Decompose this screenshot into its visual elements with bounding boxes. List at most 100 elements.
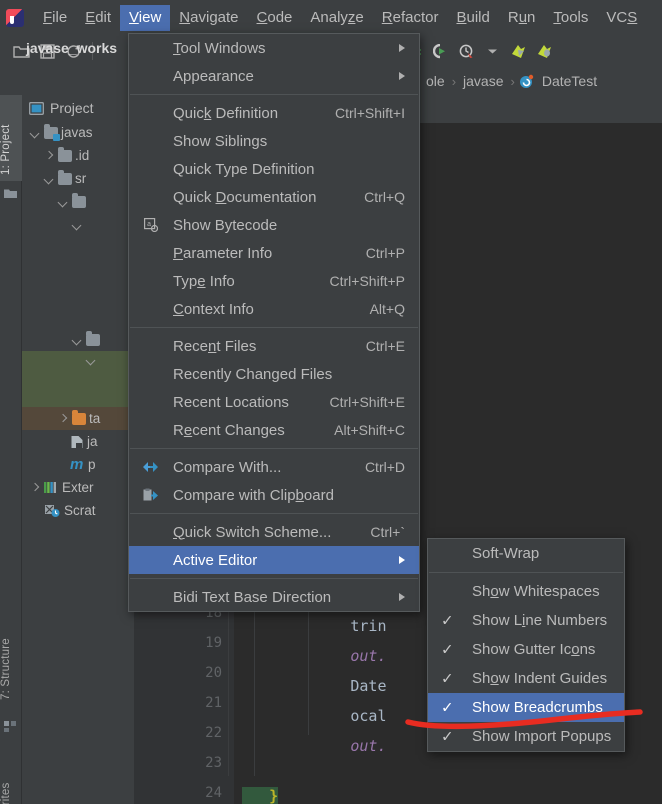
- menu-item-show-line-numbers[interactable]: ✓ Show Line Numbers: [428, 606, 624, 635]
- menu-item-shortcut: Alt+Shift+C: [334, 422, 405, 438]
- tree-item-nested-2[interactable]: [22, 213, 134, 236]
- menu-item-quick-switch-scheme[interactable]: Quick Switch Scheme... Ctrl+`: [129, 518, 419, 546]
- menu-item-show-siblings[interactable]: Show Siblings: [129, 127, 419, 155]
- menu-separator: [429, 572, 623, 573]
- menu-item-compare-with-clipboard[interactable]: Compare with Clipboard: [129, 481, 419, 509]
- tree-item-selected-package[interactable]: [22, 351, 134, 407]
- project-tree: javas .id sr ta ja m p Exter Scrat: [22, 121, 134, 522]
- menu-item-label: Show Breadcrumbs: [472, 699, 603, 716]
- menu-item-label: Show Line Numbers: [472, 612, 608, 629]
- menubar-item-tools[interactable]: Tools: [544, 5, 597, 31]
- attach-icon[interactable]: [505, 39, 531, 63]
- tree-item-javase[interactable]: javas: [22, 121, 134, 144]
- menubar-item-refactor[interactable]: Refactor: [373, 5, 448, 31]
- libraries-icon: [44, 481, 59, 494]
- sidebar-item-project[interactable]: 1: Project: [0, 95, 22, 181]
- menubar-item-file[interactable]: File: [34, 5, 76, 31]
- menu-item-show-bytecode[interactable]: a Show Bytecode: [129, 211, 419, 239]
- checkmark-icon: ✓: [441, 670, 454, 687]
- sidebar-item-structure[interactable]: 7: Structure: [0, 620, 22, 718]
- breadcrumb-item-0[interactable]: ole: [423, 73, 448, 89]
- tree-item-pom[interactable]: m p: [22, 453, 134, 476]
- menu-item-show-indent-guides[interactable]: ✓ Show Indent Guides: [428, 664, 624, 693]
- tree-item-label: ta: [89, 411, 101, 426]
- submenu-arrow-icon: [399, 44, 405, 52]
- menubar-item-analyze[interactable]: Analyze: [301, 5, 372, 31]
- tree-item-nested-1[interactable]: [22, 190, 134, 213]
- profiler-icon[interactable]: [453, 39, 479, 63]
- checkmark-icon: ✓: [441, 699, 454, 716]
- breadcrumb-item-2[interactable]: DateTest: [539, 73, 600, 89]
- menu-item-quick-definition[interactable]: Quick Definition Ctrl+Shift+I: [129, 99, 419, 127]
- menu-item-quick-type-definition[interactable]: Quick Type Definition: [129, 155, 419, 183]
- line-number: 22: [205, 725, 222, 741]
- tree-item-src[interactable]: sr: [22, 167, 134, 190]
- menubar-item-code[interactable]: Code: [248, 5, 302, 31]
- menubar-item-navigate[interactable]: Navigate: [170, 5, 247, 31]
- chevron-down-icon[interactable]: [56, 195, 69, 208]
- sidebar-item-favorites[interactable]: 2: Favorites: [0, 750, 22, 804]
- menu-separator: [130, 578, 418, 579]
- menu-item-recent-files[interactable]: Recent Files Ctrl+E: [129, 332, 419, 360]
- menu-item-appearance[interactable]: Appearance: [129, 62, 419, 90]
- menu-item-bidi-text-base-direction[interactable]: Bidi Text Base Direction: [129, 583, 419, 611]
- menu-item-show-import-popups[interactable]: ✓ Show Import Popups: [428, 722, 624, 751]
- module-folder-icon: [44, 123, 60, 141]
- menu-item-label: Quick Type Definition: [173, 160, 315, 178]
- run-with-coverage-icon[interactable]: [427, 39, 453, 63]
- chevron-right-icon[interactable]: [56, 412, 69, 425]
- menu-item-label: Show Gutter Icons: [472, 641, 596, 658]
- tree-item-target[interactable]: ta: [22, 407, 134, 430]
- compare-icon: [143, 459, 159, 475]
- tree-item-idea[interactable]: .id: [22, 144, 134, 167]
- jar-icon: [70, 435, 84, 449]
- project-window-title: Project: [50, 100, 94, 116]
- menu-item-show-breadcrumbs[interactable]: ✓ Show Breadcrumbs: [428, 693, 624, 722]
- line-number: 21: [205, 695, 222, 711]
- folder-icon: [58, 146, 72, 162]
- attach-debug-icon[interactable]: [531, 39, 557, 63]
- menubar-item-build[interactable]: Build: [447, 5, 498, 31]
- menu-item-recent-locations[interactable]: Recent Locations Ctrl+Shift+E: [129, 388, 419, 416]
- menu-item-parameter-info[interactable]: Parameter Info Ctrl+P: [129, 239, 419, 267]
- menu-item-label: Show Whitespaces: [472, 583, 600, 600]
- tree-item-external-libraries[interactable]: Exter: [22, 476, 134, 499]
- menu-item-label: Compare With...: [173, 458, 282, 476]
- chevron-down-icon[interactable]: [479, 39, 505, 63]
- menu-item-label: Soft-Wrap: [472, 545, 540, 562]
- chevron-down-icon[interactable]: [28, 126, 41, 139]
- menubar-item-vcs[interactable]: VCS: [597, 5, 646, 31]
- tree-item-jar[interactable]: ja: [22, 430, 134, 453]
- chevron-down-icon[interactable]: [84, 353, 97, 366]
- menu-item-compare-with[interactable]: Compare With... Ctrl+D: [129, 453, 419, 481]
- menubar-item-view[interactable]: View: [120, 4, 171, 31]
- menu-item-type-info[interactable]: Type Info Ctrl+Shift+P: [129, 267, 419, 295]
- menubar-item-run[interactable]: Run: [499, 5, 545, 31]
- menu-separator: [130, 513, 418, 514]
- menu-item-label: Recent Changes: [173, 421, 285, 439]
- menu-item-show-whitespaces[interactable]: Show Whitespaces: [428, 577, 624, 606]
- menu-item-soft-wrap[interactable]: Soft-Wrap: [428, 539, 624, 568]
- breadcrumb-item-1[interactable]: javase: [460, 73, 506, 89]
- menu-item-quick-documentation[interactable]: Quick Documentation Ctrl+Q: [129, 183, 419, 211]
- chevron-down-icon[interactable]: [70, 333, 83, 346]
- chevron-right-icon[interactable]: [28, 481, 41, 494]
- submenu-arrow-icon: [399, 72, 405, 80]
- menu-item-show-gutter-icons[interactable]: ✓ Show Gutter Icons: [428, 635, 624, 664]
- svg-text:a: a: [147, 221, 151, 229]
- menu-item-context-info[interactable]: Context Info Alt+Q: [129, 295, 419, 323]
- chevron-right-icon[interactable]: [42, 149, 55, 162]
- chevron-down-icon[interactable]: [70, 218, 83, 231]
- chevron-down-icon[interactable]: [42, 172, 55, 185]
- menu-separator: [130, 448, 418, 449]
- menu-item-active-editor[interactable]: Active Editor: [129, 546, 419, 574]
- breadcrumb-separator-icon: ›: [451, 73, 457, 89]
- menubar-item-edit[interactable]: Edit: [76, 5, 120, 31]
- tree-item-nested-3[interactable]: [22, 328, 134, 351]
- tree-item-scratches[interactable]: Scrat: [22, 499, 134, 522]
- menu-item-label: Active Editor: [173, 551, 258, 569]
- menu-item-recently-changed-files[interactable]: Recently Changed Files: [129, 360, 419, 388]
- menu-item-tool-windows[interactable]: Tool Windows: [129, 34, 419, 62]
- tree-item-label: .id: [75, 148, 90, 163]
- menu-item-recent-changes[interactable]: Recent Changes Alt+Shift+C: [129, 416, 419, 444]
